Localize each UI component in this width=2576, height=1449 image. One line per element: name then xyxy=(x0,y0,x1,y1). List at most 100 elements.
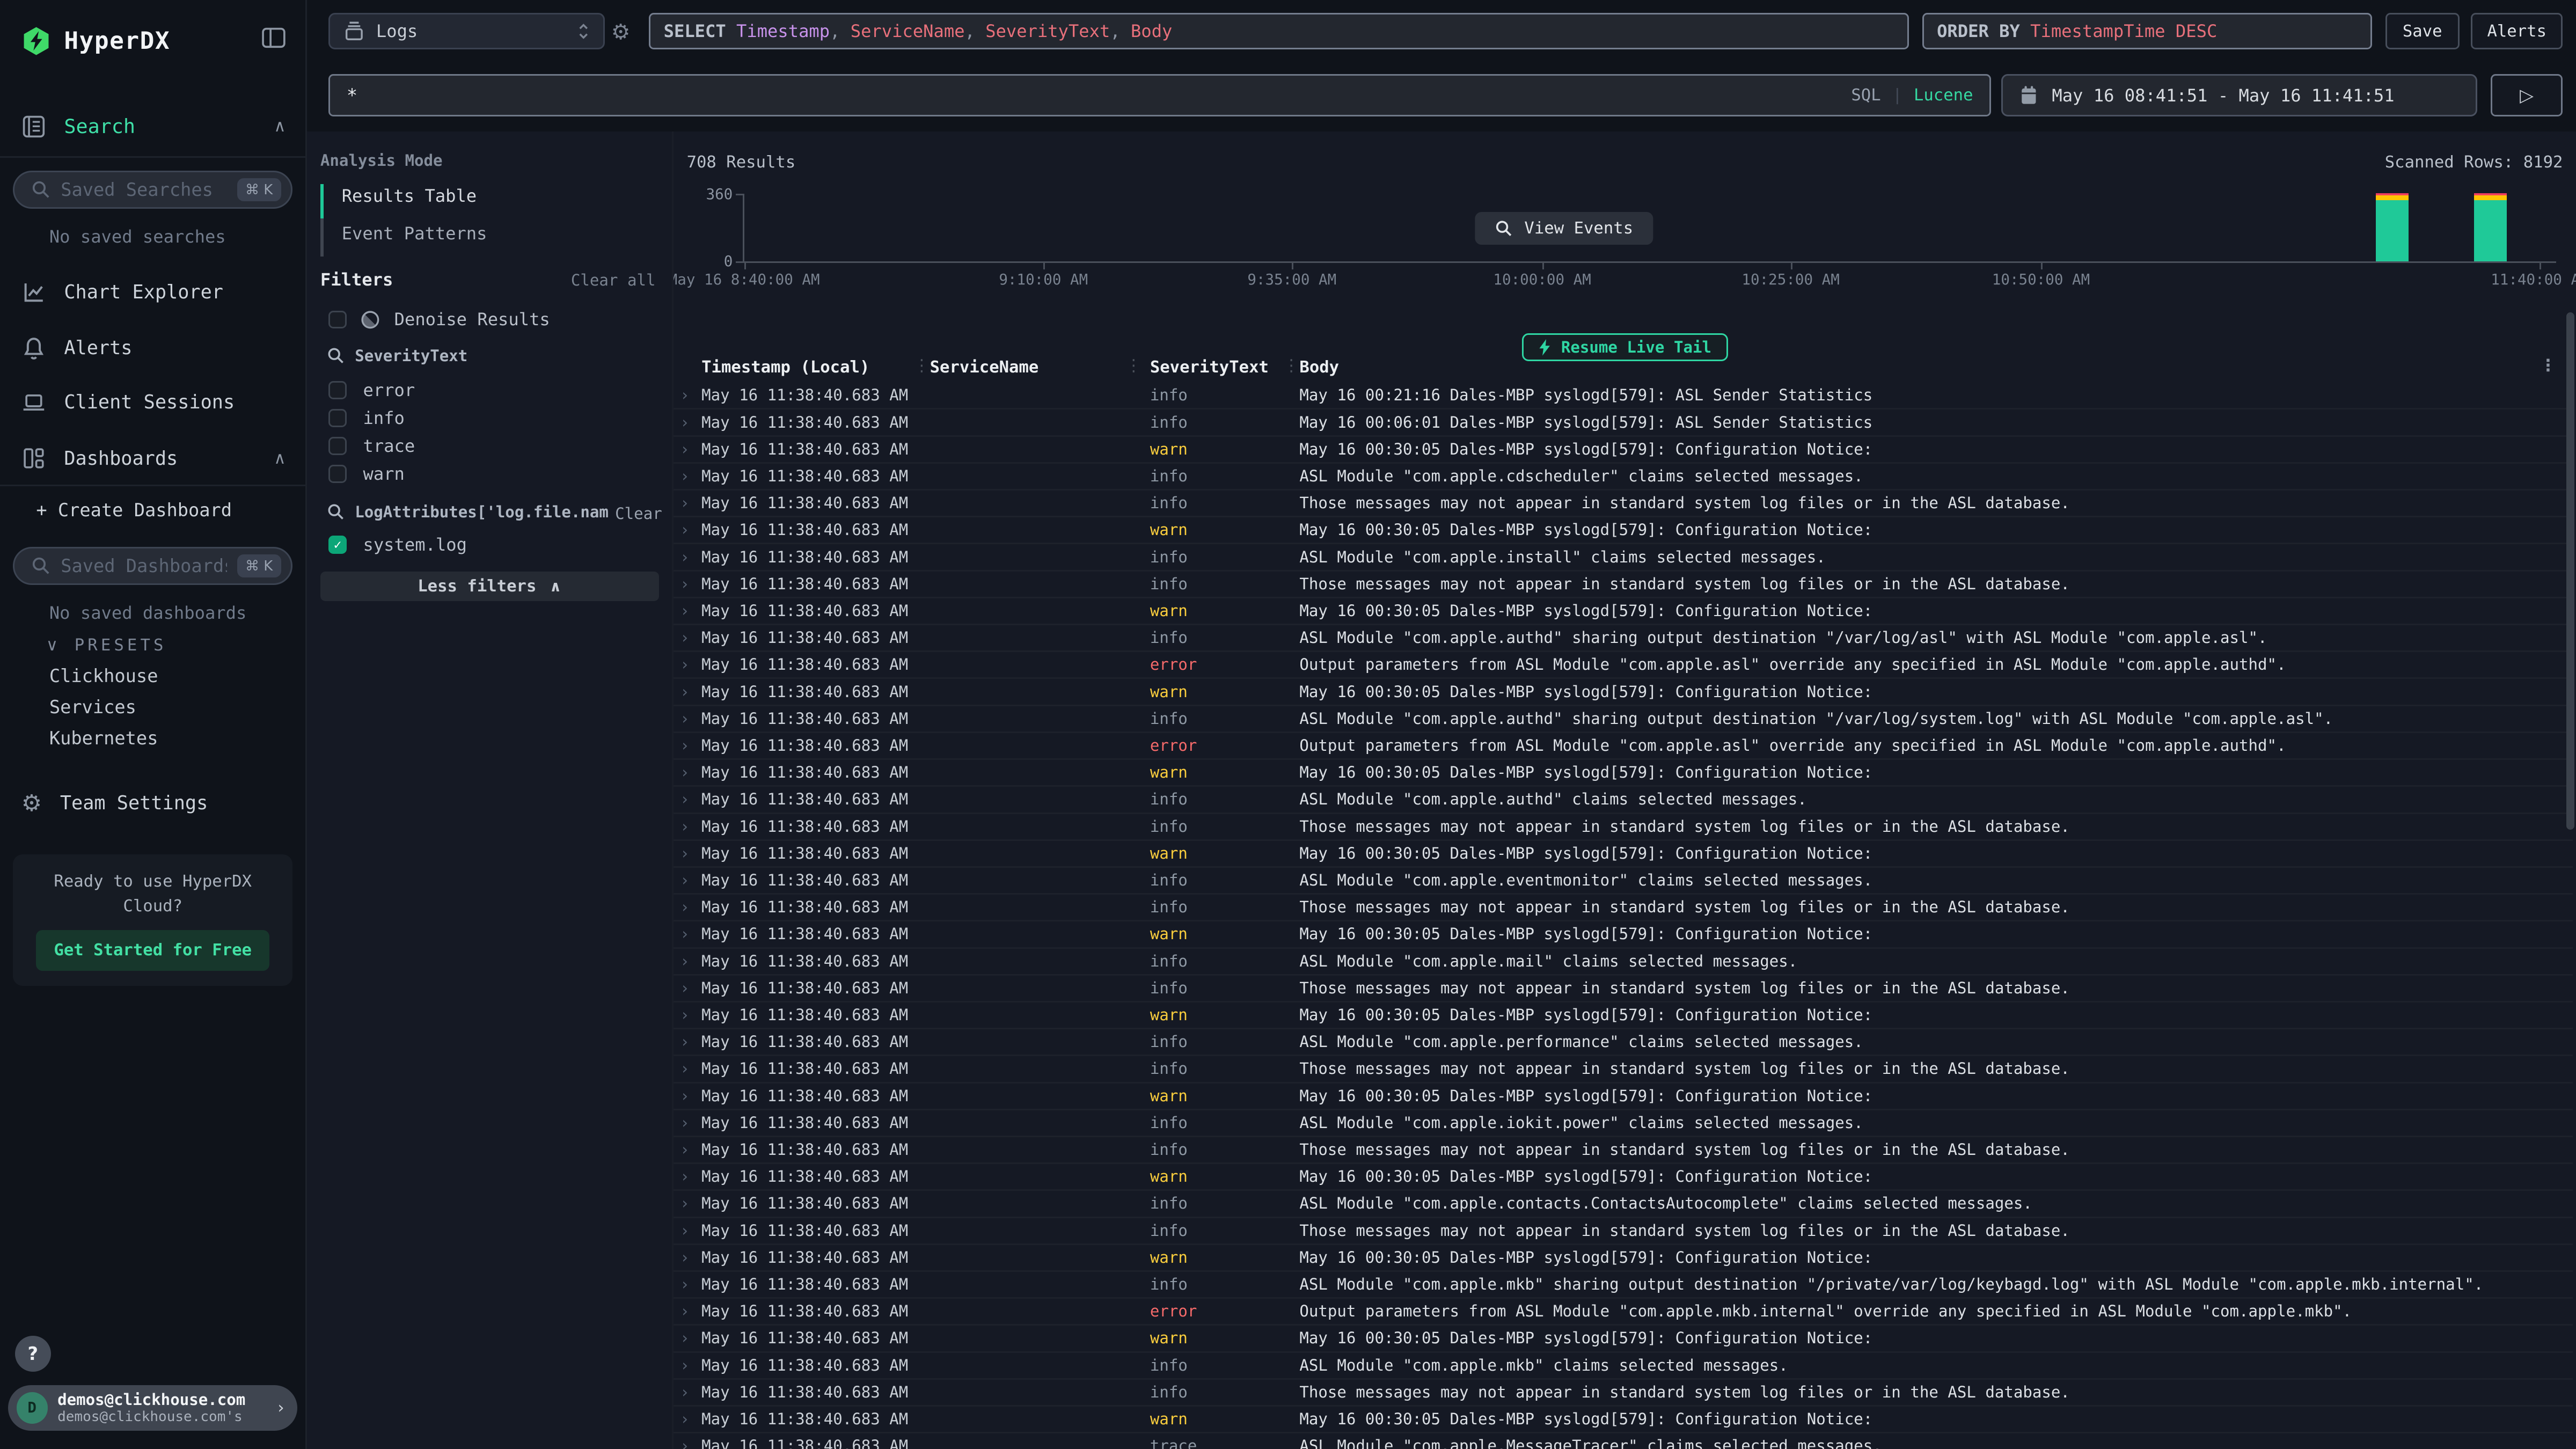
histogram-bar[interactable] xyxy=(2474,193,2507,261)
live-tail-play-button[interactable]: ▷ xyxy=(2491,74,2563,117)
row-expand-chevron-icon[interactable]: › xyxy=(682,763,688,781)
sql-select-input[interactable]: SELECT Timestamp, ServiceName, SeverityT… xyxy=(649,13,1909,49)
row-expand-chevron-icon[interactable]: › xyxy=(682,521,688,539)
log-row[interactable]: › May 16 11:38:40.683 AM warn May 16 00:… xyxy=(674,760,2573,787)
log-row[interactable]: › May 16 11:38:40.683 AM info Those mess… xyxy=(674,976,2573,1002)
row-expand-chevron-icon[interactable]: › xyxy=(682,736,688,755)
sidebar-item-team-settings[interactable]: ⚙ Team Settings xyxy=(0,784,305,823)
row-expand-chevron-icon[interactable]: › xyxy=(682,1059,688,1078)
row-expand-chevron-icon[interactable]: › xyxy=(682,1356,688,1374)
row-expand-chevron-icon[interactable]: › xyxy=(682,1383,688,1401)
log-row[interactable]: › May 16 11:38:40.683 AM trace ASL Modul… xyxy=(674,1433,2573,1449)
log-row[interactable]: › May 16 11:38:40.683 AM error Output pa… xyxy=(674,652,2573,679)
row-expand-chevron-icon[interactable]: › xyxy=(682,925,688,943)
clear-all-filters-link[interactable]: Clear all xyxy=(571,271,656,289)
log-row[interactable]: › May 16 11:38:40.683 AM error Output pa… xyxy=(674,733,2573,760)
row-expand-chevron-icon[interactable]: › xyxy=(682,709,688,728)
log-row[interactable]: › May 16 11:38:40.683 AM info Those mess… xyxy=(674,1380,2573,1407)
table-options-icon[interactable]: ⋮ xyxy=(2540,356,2557,375)
log-row[interactable]: › May 16 11:38:40.683 AM info ASL Module… xyxy=(674,544,2573,571)
less-filters-button[interactable]: Less filters ∧ xyxy=(320,572,659,601)
sidebar-item-dashboards[interactable]: Dashboards ∧ xyxy=(0,438,305,478)
row-expand-chevron-icon[interactable]: › xyxy=(682,952,688,970)
user-menu[interactable]: D demos@clickhouse.com demos@clickhouse.… xyxy=(8,1385,297,1431)
sidebar-item-chart-explorer[interactable]: Chart Explorer xyxy=(0,273,305,312)
log-row[interactable]: › May 16 11:38:40.683 AM info Those mess… xyxy=(674,814,2573,841)
row-expand-chevron-icon[interactable]: › xyxy=(682,386,688,404)
row-expand-chevron-icon[interactable]: › xyxy=(682,628,688,647)
filter-option-error[interactable]: error xyxy=(328,376,415,404)
row-expand-chevron-icon[interactable]: › xyxy=(682,1329,688,1347)
log-row[interactable]: › May 16 11:38:40.683 AM info ASL Module… xyxy=(674,1029,2573,1056)
log-row[interactable]: › May 16 11:38:40.683 AM warn May 16 00:… xyxy=(674,1326,2573,1352)
row-expand-chevron-icon[interactable]: › xyxy=(682,1194,688,1212)
row-expand-chevron-icon[interactable]: › xyxy=(682,1114,688,1132)
order-by-input[interactable]: ORDER BY TimestampTime DESC xyxy=(1922,13,2373,49)
source-settings-gear-icon[interactable]: ⚙ xyxy=(611,20,631,45)
row-expand-chevron-icon[interactable]: › xyxy=(682,1410,688,1428)
row-expand-chevron-icon[interactable]: › xyxy=(682,413,688,431)
scrollbar-thumb[interactable] xyxy=(2566,312,2574,830)
filter-option-trace[interactable]: trace xyxy=(328,432,415,460)
log-row[interactable]: › May 16 11:38:40.683 AM warn May 16 00:… xyxy=(674,679,2573,706)
chevron-up-icon[interactable]: ∧ xyxy=(274,449,286,468)
row-expand-chevron-icon[interactable]: › xyxy=(682,467,688,485)
log-row[interactable]: › May 16 11:38:40.683 AM info Those mess… xyxy=(674,1218,2573,1245)
row-expand-chevron-icon[interactable]: › xyxy=(682,1033,688,1051)
saved-dashboards-input[interactable]: Saved Dashboards ⌘ K xyxy=(13,547,292,584)
log-row[interactable]: › May 16 11:38:40.683 AM warn May 16 00:… xyxy=(674,1002,2573,1029)
log-row[interactable]: › May 16 11:38:40.683 AM warn May 16 00:… xyxy=(674,1407,2573,1433)
lucene-toggle[interactable]: Lucene xyxy=(1914,86,1973,105)
log-row[interactable]: › May 16 11:38:40.683 AM info ASL Module… xyxy=(674,787,2573,814)
log-row[interactable]: › May 16 11:38:40.683 AM info ASL Module… xyxy=(674,1191,2573,1218)
view-events-button[interactable]: View Events xyxy=(1475,212,1653,245)
row-expand-chevron-icon[interactable]: › xyxy=(682,790,688,808)
source-select[interactable]: Logs xyxy=(328,13,604,49)
row-expand-chevron-icon[interactable]: › xyxy=(682,1275,688,1293)
row-expand-chevron-icon[interactable]: › xyxy=(682,655,688,674)
analysis-mode-results-table[interactable]: Results Table xyxy=(342,186,477,206)
log-row[interactable]: › May 16 11:38:40.683 AM info Those mess… xyxy=(674,895,2573,921)
row-expand-chevron-icon[interactable]: › xyxy=(682,979,688,997)
row-expand-chevron-icon[interactable]: › xyxy=(682,575,688,593)
log-row[interactable]: › May 16 11:38:40.683 AM warn May 16 00:… xyxy=(674,841,2573,868)
get-started-button[interactable]: Get Started for Free xyxy=(36,930,269,971)
log-row[interactable]: › May 16 11:38:40.683 AM info ASL Module… xyxy=(674,1272,2573,1299)
create-dashboard-button[interactable]: + Create Dashboard xyxy=(36,500,232,521)
alerts-button[interactable]: Alerts xyxy=(2471,13,2563,49)
sql-toggle[interactable]: SQL xyxy=(1851,86,1880,105)
log-row[interactable]: › May 16 11:38:40.683 AM warn May 16 00:… xyxy=(674,598,2573,625)
row-expand-chevron-icon[interactable]: › xyxy=(682,1006,688,1024)
filter-option-warn[interactable]: warn xyxy=(328,460,415,488)
column-resize-handle[interactable]: ⋮ xyxy=(913,356,930,375)
column-resize-handle[interactable]: ⋮ xyxy=(1283,356,1300,375)
log-row[interactable]: › May 16 11:38:40.683 AM info Those mess… xyxy=(674,572,2573,598)
log-row[interactable]: › May 16 11:38:40.683 AM error Output pa… xyxy=(674,1299,2573,1326)
log-row[interactable]: › May 16 11:38:40.683 AM warn May 16 00:… xyxy=(674,1164,2573,1191)
histogram-bar[interactable] xyxy=(2376,193,2409,261)
analysis-mode-event-patterns[interactable]: Event Patterns xyxy=(342,223,487,244)
log-row[interactable]: › May 16 11:38:40.683 AM info ASL Module… xyxy=(674,1353,2573,1380)
filter-option-system.log[interactable]: ✓system.log xyxy=(328,531,467,559)
sidebar-item-alerts[interactable]: Alerts xyxy=(0,328,305,368)
row-expand-chevron-icon[interactable]: › xyxy=(682,494,688,512)
help-button[interactable]: ? xyxy=(15,1336,51,1372)
log-row[interactable]: › May 16 11:38:40.683 AM info ASL Module… xyxy=(674,1110,2573,1137)
log-row[interactable]: › May 16 11:38:40.683 AM info May 16 00:… xyxy=(674,383,2573,409)
column-resize-handle[interactable]: ⋮ xyxy=(1125,356,1142,375)
log-row[interactable]: › May 16 11:38:40.683 AM info ASL Module… xyxy=(674,949,2573,976)
log-row[interactable]: › May 16 11:38:40.683 AM info Those mess… xyxy=(674,1056,2573,1083)
sidebar-collapse-icon[interactable] xyxy=(261,26,286,49)
log-row[interactable]: › May 16 11:38:40.683 AM info ASL Module… xyxy=(674,625,2573,652)
preset-services[interactable]: Services xyxy=(49,697,136,718)
log-row[interactable]: › May 16 11:38:40.683 AM info Those mess… xyxy=(674,491,2573,517)
log-row[interactable]: › May 16 11:38:40.683 AM info ASL Module… xyxy=(674,868,2573,895)
search-query-input[interactable]: * SQL | Lucene xyxy=(328,74,1991,117)
row-expand-chevron-icon[interactable]: › xyxy=(682,898,688,916)
log-row[interactable]: › May 16 11:38:40.683 AM warn May 16 00:… xyxy=(674,1084,2573,1110)
sidebar-item-search[interactable]: Search ∧ xyxy=(0,107,305,146)
denoise-results-checkbox[interactable]: Denoise Results xyxy=(328,305,550,333)
time-range-picker[interactable]: May 16 08:41:51 - May 16 11:41:51 xyxy=(2001,74,2478,117)
chevron-up-icon[interactable]: ∧ xyxy=(274,117,286,136)
log-row[interactable]: › May 16 11:38:40.683 AM warn May 16 00:… xyxy=(674,921,2573,948)
